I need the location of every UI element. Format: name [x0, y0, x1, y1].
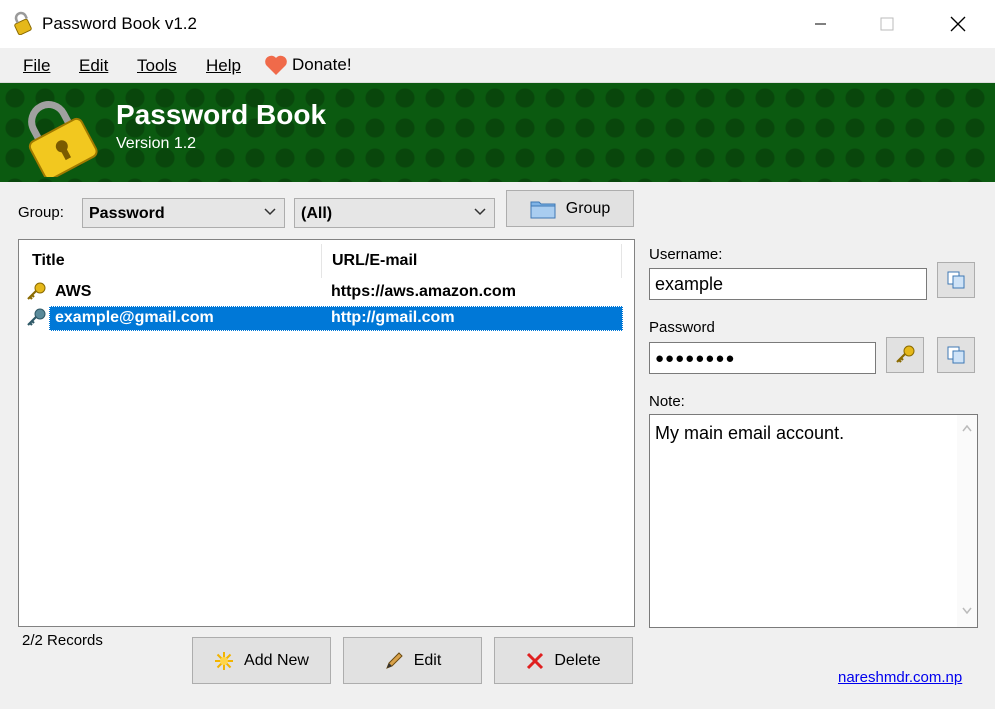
menu-tools-label: Tools	[137, 56, 177, 75]
column-divider[interactable]	[621, 244, 622, 278]
menu-file-label: File	[23, 56, 51, 75]
note-scrollbar[interactable]	[957, 415, 977, 627]
note-text: My main email account.	[655, 423, 845, 443]
chevron-down-icon[interactable]	[962, 607, 972, 614]
records-list[interactable]: Title URL/E-mail AWS https://aws.amazon.…	[18, 239, 635, 627]
lock-icon	[28, 101, 98, 177]
note-label: Note:	[649, 393, 685, 410]
key-icon	[27, 308, 46, 326]
app-banner: Password Book Version 1.2	[0, 83, 995, 182]
list-header: Title URL/E-mail	[19, 240, 634, 282]
password-field[interactable]: ●●●●●●●●	[649, 342, 876, 374]
menu-tools[interactable]: Tools	[137, 56, 177, 76]
menu-help-label: Help	[206, 56, 241, 75]
password-label: Password	[649, 319, 715, 336]
maximize-button[interactable]	[852, 0, 922, 48]
title-bar: Password Book v1.2	[0, 0, 995, 48]
username-field[interactable]: example	[649, 268, 927, 300]
password-value: ●●●●●●●●	[655, 350, 736, 367]
copy-icon	[947, 346, 965, 364]
edit-button[interactable]: Edit	[343, 637, 482, 684]
delete-label: Delete	[554, 651, 601, 669]
star-icon	[215, 651, 234, 670]
filter-select[interactable]: (All)	[294, 198, 495, 228]
group-label: Group:	[18, 204, 64, 221]
menu-help[interactable]: Help	[206, 56, 241, 76]
minimize-icon	[815, 23, 826, 25]
row-title: AWS	[55, 283, 92, 300]
menu-file[interactable]: File	[23, 56, 50, 76]
window-title: Password Book v1.2	[42, 14, 197, 33]
show-password-button[interactable]	[886, 337, 924, 373]
delete-button[interactable]: Delete	[494, 637, 633, 684]
chevron-down-icon	[264, 208, 276, 216]
maximize-icon	[880, 17, 894, 31]
records-count: 2/2 Records	[22, 632, 103, 649]
edit-label: Edit	[413, 651, 442, 669]
folder-icon	[530, 201, 556, 218]
filter-select-value: (All)	[301, 205, 333, 222]
copy-password-button[interactable]	[937, 337, 975, 373]
menu-edit[interactable]: Edit	[79, 56, 108, 76]
menu-donate[interactable]: Donate!	[264, 54, 352, 76]
copy-icon	[947, 271, 965, 289]
note-textarea[interactable]: My main email account.	[649, 414, 978, 628]
delete-x-icon	[527, 652, 544, 669]
banner-version: Version 1.2	[116, 135, 197, 152]
menu-edit-label: Edit	[79, 56, 109, 75]
group-button[interactable]: Group	[506, 190, 634, 227]
add-new-button[interactable]: Add New	[192, 637, 331, 684]
table-row[interactable]: AWS https://aws.amazon.com	[25, 280, 623, 305]
menu-bar: File Edit Tools Help Donate!	[0, 48, 995, 83]
menu-donate-label: Donate!	[292, 55, 352, 74]
key-icon	[27, 282, 46, 300]
pencil-icon	[385, 651, 403, 669]
group-button-label: Group	[565, 199, 611, 217]
add-new-label: Add New	[244, 651, 309, 669]
lock-icon	[14, 11, 32, 35]
close-icon	[950, 16, 966, 32]
username-value: example	[655, 274, 724, 294]
column-url[interactable]: URL/E-mail	[332, 252, 417, 270]
heart-icon	[265, 55, 287, 75]
minimize-button[interactable]	[786, 0, 856, 48]
chevron-down-icon	[474, 208, 486, 216]
row-title: example@gmail.com	[55, 309, 214, 326]
column-divider[interactable]	[321, 244, 322, 278]
banner-title: Password Book	[116, 99, 327, 130]
row-url: https://aws.amazon.com	[331, 283, 516, 300]
key-icon	[896, 345, 915, 363]
username-label: Username:	[649, 246, 723, 263]
group-select[interactable]: Password	[82, 198, 285, 228]
chevron-up-icon[interactable]	[962, 425, 972, 432]
column-title[interactable]: Title	[32, 252, 65, 270]
row-url: http://gmail.com	[331, 309, 455, 326]
close-button[interactable]	[923, 0, 993, 48]
group-select-value: Password	[89, 205, 165, 222]
copy-username-button[interactable]	[937, 262, 975, 298]
website-link[interactable]: nareshmdr.com.np	[838, 669, 962, 686]
table-row[interactable]: example@gmail.com http://gmail.com	[25, 306, 623, 331]
